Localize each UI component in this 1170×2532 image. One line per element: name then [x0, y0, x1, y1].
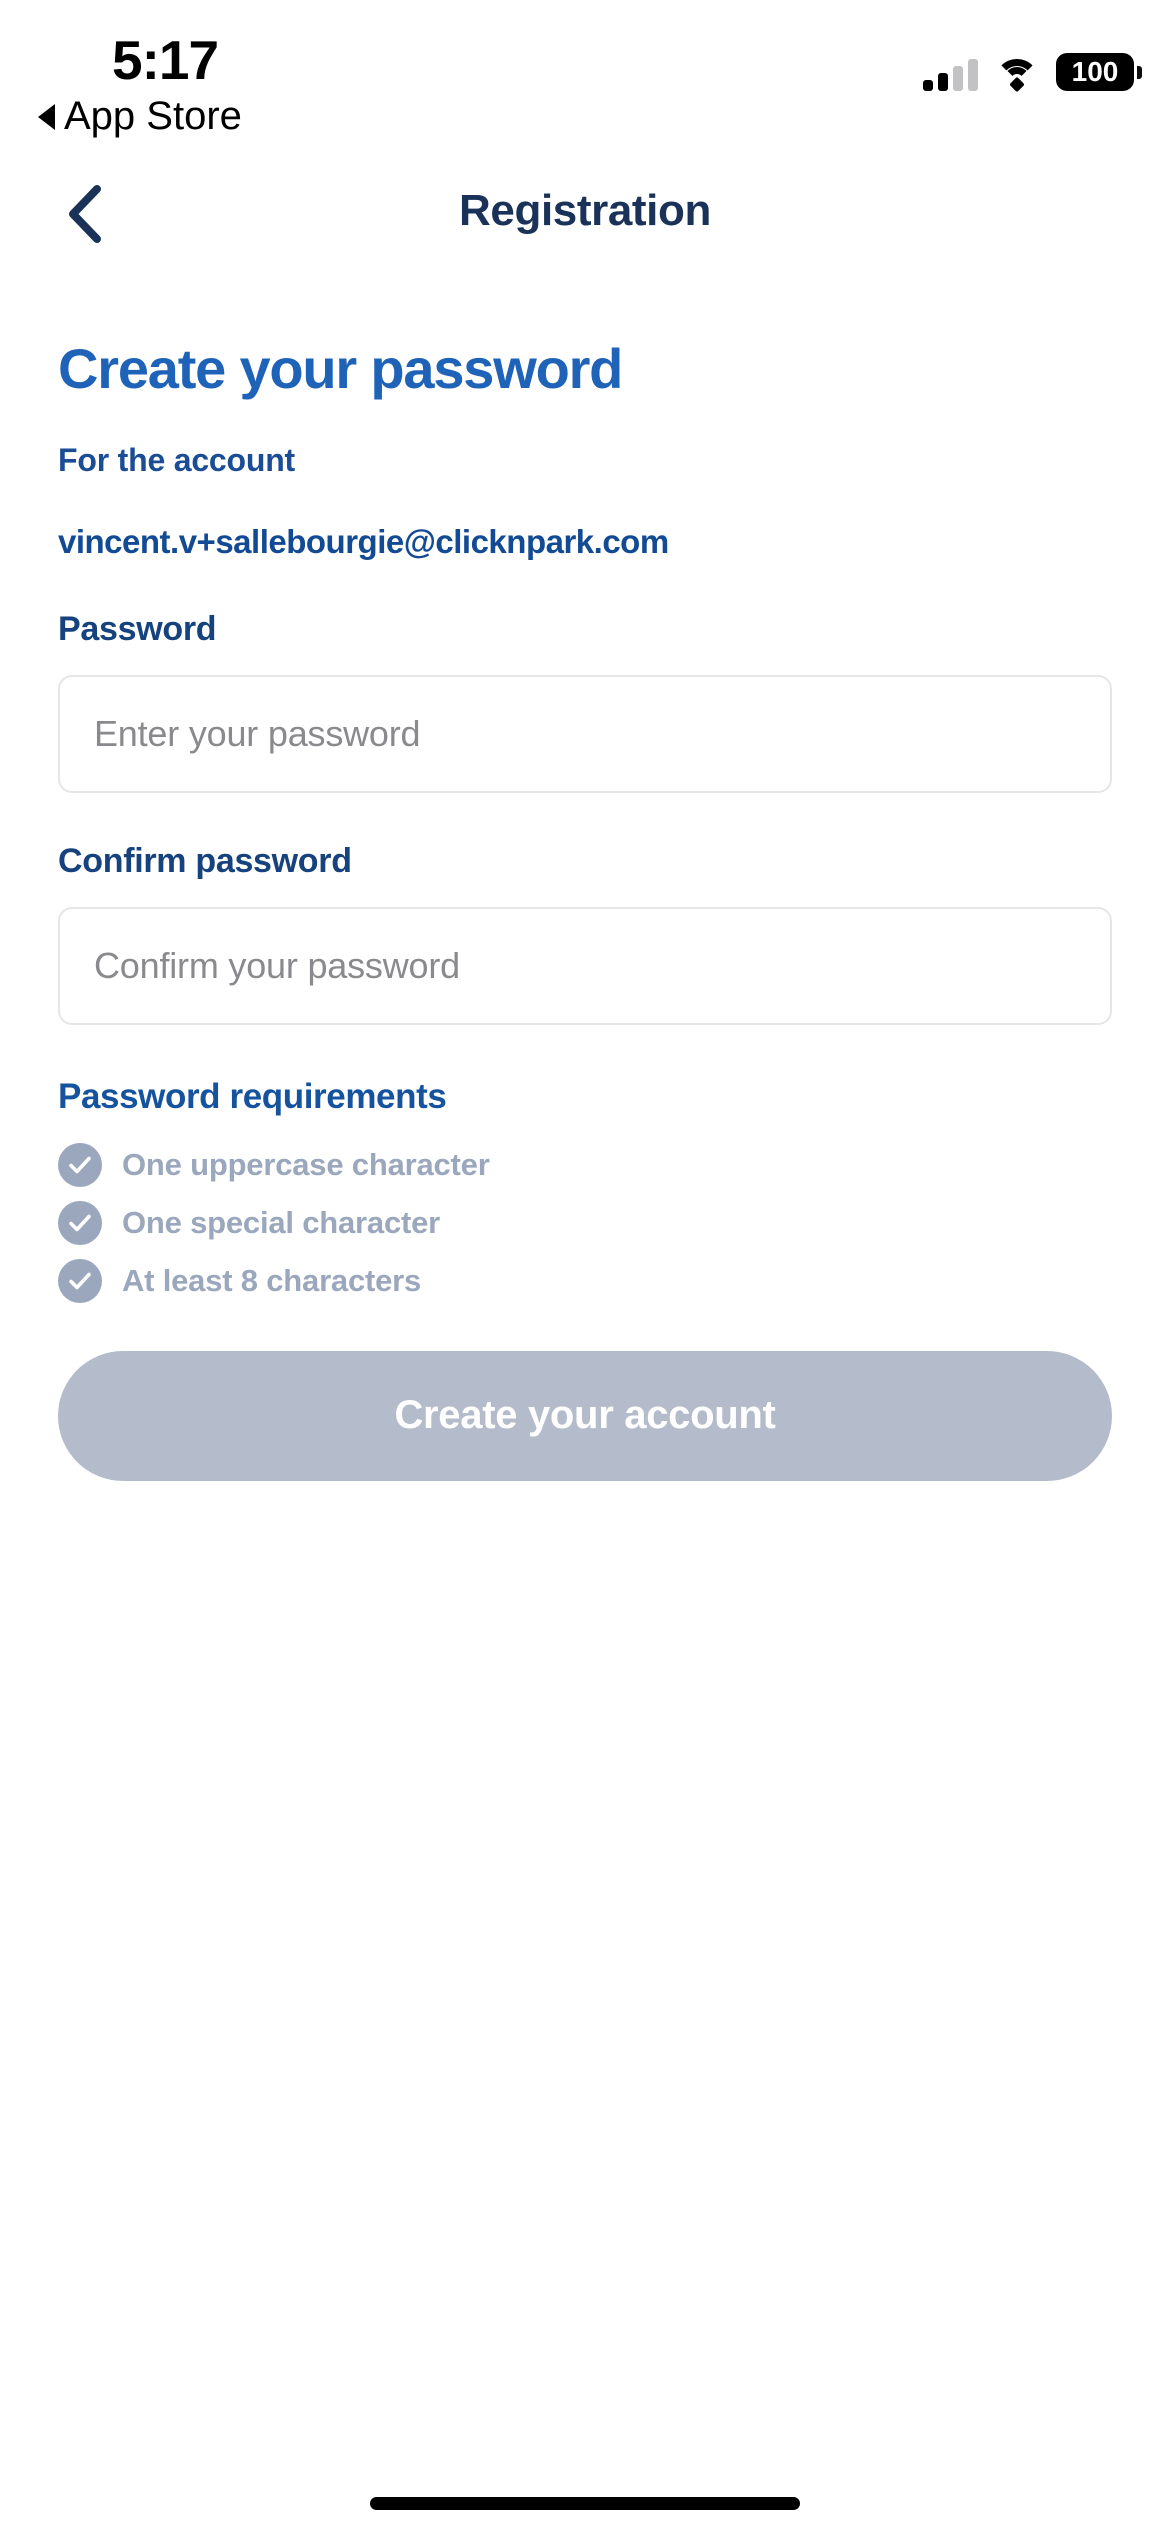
password-placeholder: Enter your password [94, 712, 421, 754]
confirm-password-input[interactable]: Confirm your password [58, 906, 1112, 1025]
requirement-label: At least 8 characters [122, 1262, 422, 1298]
status-bar-time: 5:17 [112, 29, 219, 91]
back-to-app-store-label: App Store [64, 94, 242, 138]
check-circle-icon [58, 1200, 102, 1245]
password-input[interactable]: Enter your password [58, 674, 1112, 793]
list-item: At least 8 characters [58, 1258, 1112, 1303]
requirement-label: One uppercase character [122, 1146, 490, 1182]
confirm-password-placeholder: Confirm your password [94, 944, 460, 986]
list-item: One special character [58, 1200, 1112, 1245]
battery-icon: 100 [1056, 53, 1142, 91]
password-requirements-title: Password requirements [58, 1076, 447, 1116]
check-circle-icon [58, 1142, 102, 1187]
cellular-signal-icon [923, 59, 978, 91]
create-account-button[interactable]: Create your account [58, 1350, 1112, 1481]
triangle-left-icon [38, 103, 55, 130]
status-bar: 5:17 App Store 100 [0, 0, 1170, 150]
page-title: Registration [459, 186, 711, 235]
check-circle-icon [58, 1258, 102, 1303]
account-email: vincent.v+sallebourgie@clicknpark.com [58, 522, 669, 560]
list-item: One uppercase character [58, 1142, 1112, 1187]
create-account-label: Create your account [394, 1393, 776, 1438]
password-label: Password [58, 609, 217, 648]
status-bar-indicators: 100 [923, 45, 1142, 93]
account-label: For the account [58, 441, 296, 478]
main-content: Create your password For the account vin… [0, 300, 1170, 1481]
headline: Create your password [58, 337, 623, 400]
navigation-bar: Registration [0, 160, 1170, 270]
wifi-icon [995, 59, 1039, 93]
battery-level-label: 100 [1071, 56, 1119, 87]
back-to-app-store-button[interactable]: App Store [38, 94, 242, 139]
password-requirements-list: One uppercase character One special char… [58, 1142, 1112, 1303]
home-indicator[interactable] [370, 2497, 800, 2510]
app-screen: 5:17 App Store 100 Registration Create y… [0, 0, 1170, 2532]
confirm-password-label: Confirm password [58, 841, 352, 880]
requirement-label: One special character [122, 1204, 441, 1240]
